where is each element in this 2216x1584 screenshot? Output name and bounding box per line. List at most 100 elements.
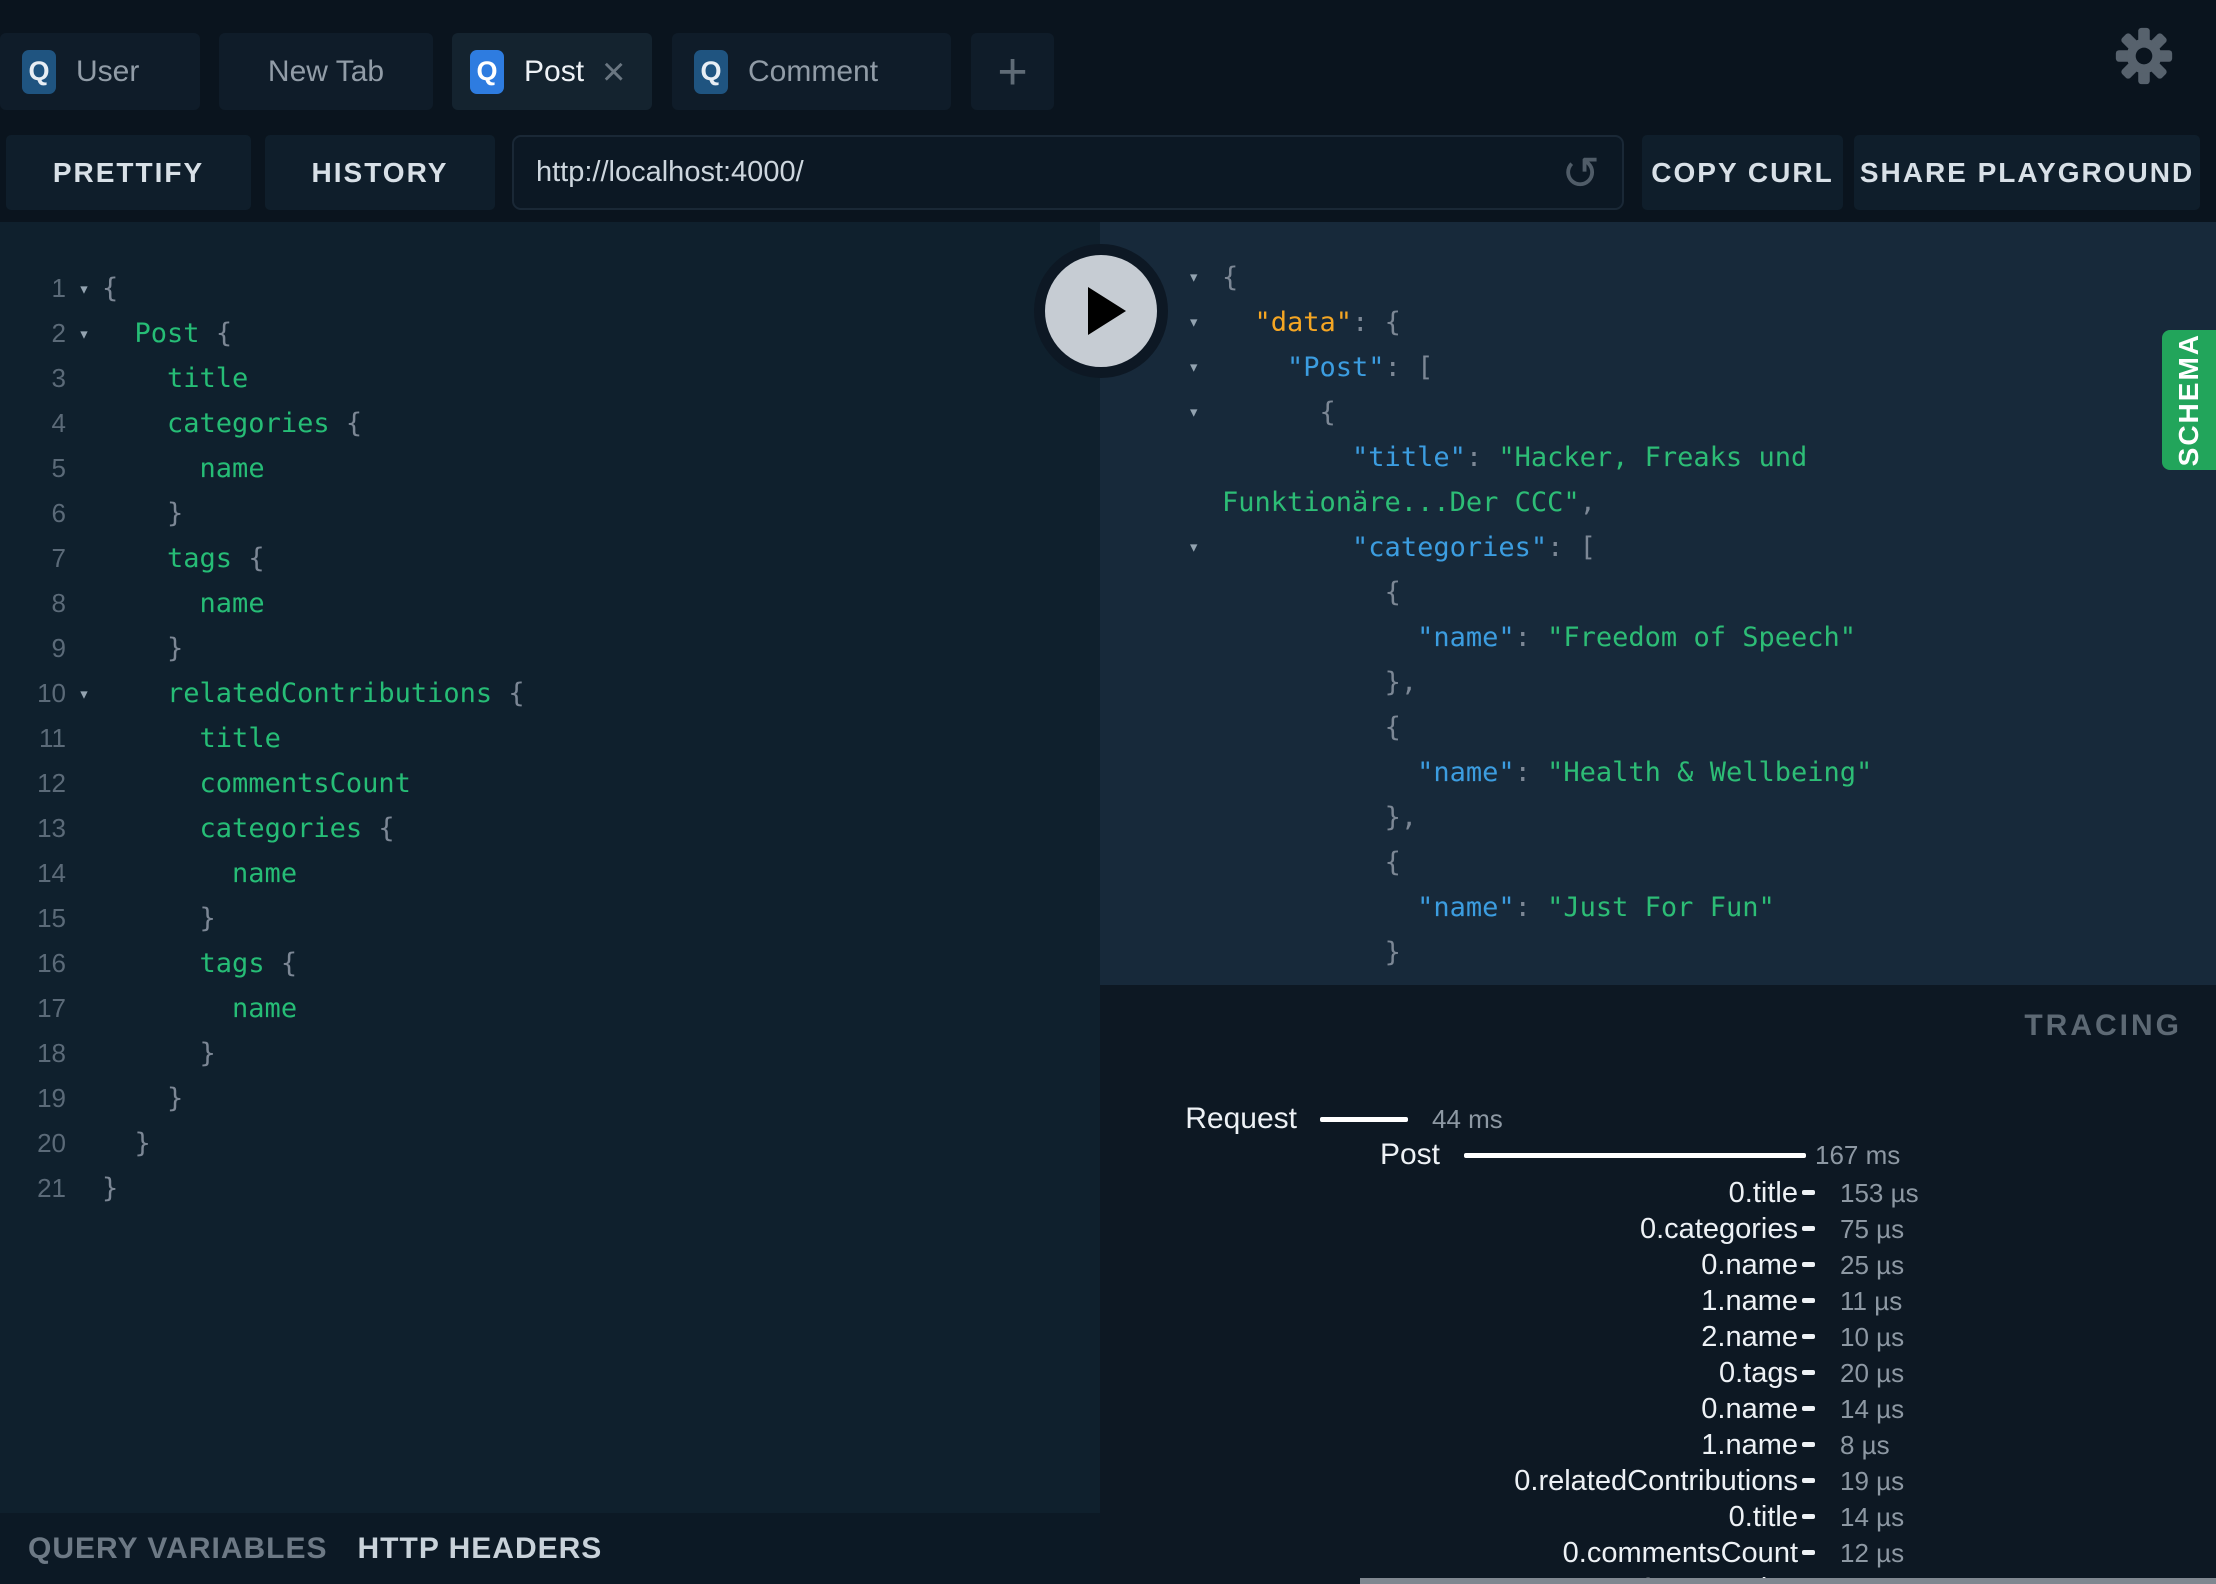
tracing-field-label: 0.title: [1728, 1177, 1798, 1209]
tab-comment[interactable]: Q Comment: [672, 33, 951, 110]
tracing-field-row: 0.title 14 µs: [1100, 1499, 2216, 1535]
fold-gutter: [1100, 750, 1222, 795]
tracing-field-row: 0.title 153 µs: [1100, 1175, 2216, 1211]
tracing-duration-bar: [1802, 1370, 1815, 1375]
share-playground-button[interactable]: SHARE PLAYGROUND: [1854, 135, 2200, 210]
settings-gear-icon[interactable]: [2112, 24, 2176, 88]
schema-side-tab[interactable]: SCHEMA: [2162, 330, 2216, 470]
query-variables-tab[interactable]: QUERY VARIABLES: [28, 1532, 328, 1566]
copy-curl-button[interactable]: COPY CURL: [1642, 135, 1843, 210]
tracing-row-label: Request: [1185, 1102, 1297, 1135]
fold-arrow-icon[interactable]: ▾: [66, 278, 102, 300]
add-tab-button[interactable]: +: [971, 33, 1054, 110]
tracing-row-value: 167 ms: [1815, 1140, 1901, 1170]
fold-gutter: [1100, 615, 1222, 660]
line-number: 20: [37, 1128, 66, 1158]
line-number: 17: [37, 993, 66, 1023]
query-editor-line[interactable]: 20 }: [0, 1121, 1100, 1166]
tracing-duration-bar: [1802, 1334, 1815, 1339]
fold-gutter: [1100, 975, 1222, 985]
response-code: {: [1222, 262, 1239, 293]
response-code: {: [1384, 712, 1401, 743]
endpoint-url-input[interactable]: http://localhost:4000/ ↺: [512, 135, 1624, 210]
query-editor-line[interactable]: 17 name: [0, 986, 1100, 1031]
fold-gutter: [1100, 885, 1222, 930]
response-line: ▾ "Post": [: [1100, 345, 2216, 390]
query-editor-line[interactable]: 15 }: [0, 896, 1100, 941]
query-code: tags {: [167, 543, 265, 574]
horizontal-scrollbar[interactable]: [1360, 1578, 2216, 1584]
query-code: }: [167, 633, 184, 664]
query-editor-line[interactable]: 2 ▾ Post {: [0, 311, 1100, 356]
query-editor-line[interactable]: 4 categories {: [0, 401, 1100, 446]
tracing-duration-bar: [1802, 1514, 1815, 1519]
http-headers-tab[interactable]: HTTP HEADERS: [358, 1532, 603, 1566]
tracing-row-label: Post: [1379, 1138, 1440, 1171]
line-number: 5: [51, 453, 66, 483]
tracing-field-value: 153 µs: [1840, 1178, 1919, 1208]
tracing-field-label: 1.name: [1701, 1429, 1798, 1461]
tracing-duration-bar: [1802, 1550, 1815, 1555]
response-code: "name": "Freedom of Speech": [1417, 622, 1856, 653]
tab-label: User: [76, 54, 140, 88]
query-editor-line[interactable]: 13 categories {: [0, 806, 1100, 851]
query-code: }: [102, 1173, 119, 1204]
tab-post[interactable]: Q Post ×: [452, 33, 652, 110]
tracing-bars: Request 44 ms Post 167 ms: [1100, 1101, 2216, 1173]
line-number: 21: [37, 1173, 66, 1203]
schema-tab-label: SCHEMA: [2173, 333, 2204, 467]
fold-gutter: [1100, 840, 1222, 885]
prettify-button[interactable]: PRETTIFY: [6, 135, 251, 210]
fold-arrow-icon[interactable]: ▾: [66, 683, 102, 705]
tracing-field-row: 0.name 14 µs: [1100, 1391, 2216, 1427]
query-editor-line[interactable]: 5 name: [0, 446, 1100, 491]
query-editor-pane[interactable]: 1 ▾{2 ▾ Post {3 title 4 categories {5 name 6…: [0, 222, 1100, 1513]
tracing-duration-bar: [1802, 1298, 1815, 1303]
editor-footer-bar: QUERY VARIABLES HTTP HEADERS: [0, 1513, 1100, 1584]
response-code: "data": {: [1254, 307, 1401, 338]
query-editor-line[interactable]: 18 }: [0, 1031, 1100, 1076]
query-badge-icon: Q: [470, 49, 504, 94]
execute-query-button[interactable]: [1034, 244, 1168, 378]
tracing-field-row: 0.relatedContributions 19 µs: [1100, 1463, 2216, 1499]
tracing-duration-bar: [1802, 1478, 1815, 1483]
tracing-title: TRACING: [2024, 1009, 2182, 1042]
query-editor-line[interactable]: 16 tags {: [0, 941, 1100, 986]
query-editor-line[interactable]: 14 name: [0, 851, 1100, 896]
line-number: 10: [37, 678, 66, 708]
query-editor-line[interactable]: 11 title: [0, 716, 1100, 761]
fold-arrow-icon[interactable]: ▾: [66, 323, 102, 345]
history-button[interactable]: HISTORY: [265, 135, 495, 210]
response-line: },: [1100, 660, 2216, 705]
tab-new-tab[interactable]: New Tab: [219, 33, 433, 110]
query-editor-line[interactable]: 3 title: [0, 356, 1100, 401]
fold-gutter: [1100, 480, 1222, 525]
tracing-field-value: 8 µs: [1840, 1430, 1890, 1460]
query-editor-line[interactable]: 9 }: [0, 626, 1100, 671]
response-line: "name": "Just For Fun": [1100, 885, 2216, 930]
close-icon[interactable]: ×: [602, 52, 625, 92]
refresh-schema-icon[interactable]: ↺: [1561, 150, 1600, 196]
query-editor-line[interactable]: 21}: [0, 1166, 1100, 1211]
response-line: "name": "Health & Wellbeing": [1100, 750, 2216, 795]
response-line: ▾ {: [1100, 390, 2216, 435]
line-number: 9: [51, 633, 66, 663]
query-editor-line[interactable]: 1 ▾{: [0, 266, 1100, 311]
endpoint-url-value[interactable]: http://localhost:4000/: [536, 156, 1561, 189]
response-pane: ▾{▾ "data": {▾ "Post": [▾ { "title": "Ha…: [1100, 222, 2216, 985]
response-code: {: [1319, 397, 1336, 428]
query-editor-line[interactable]: 7 tags {: [0, 536, 1100, 581]
query-editor-line[interactable]: 10 ▾ relatedContributions {: [0, 671, 1100, 716]
response-code: "Post": [: [1287, 352, 1434, 383]
tracing-field-row: 0.name 25 µs: [1100, 1247, 2216, 1283]
fold-arrow-icon[interactable]: ▾: [1100, 525, 1222, 570]
query-editor-line[interactable]: 8 name: [0, 581, 1100, 626]
query-editor-line[interactable]: 6 }: [0, 491, 1100, 536]
query-editor-line[interactable]: 19 }: [0, 1076, 1100, 1121]
response-code: },: [1384, 802, 1418, 833]
query-editor-line[interactable]: 12 commentsCount: [0, 761, 1100, 806]
fold-arrow-icon[interactable]: ▾: [1100, 390, 1222, 435]
tracing-field-label: 0.categories: [1640, 1213, 1798, 1245]
tracing-field-value: 25 µs: [1840, 1250, 1905, 1280]
tab-user[interactable]: Q User: [0, 33, 200, 110]
